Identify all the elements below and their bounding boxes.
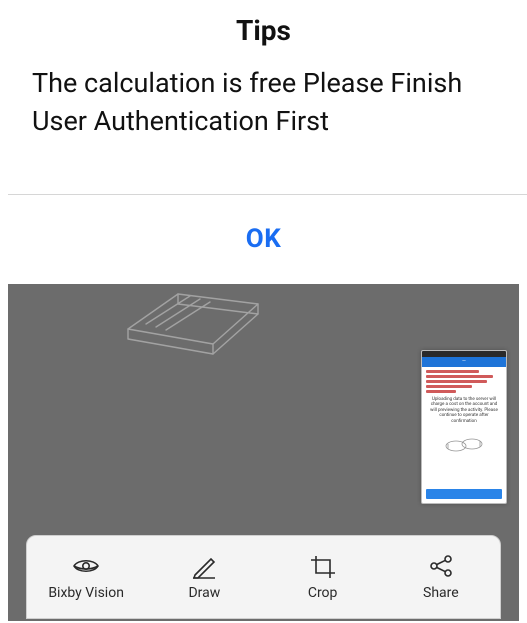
toolbar-label: Bixby Vision xyxy=(48,585,124,601)
app-frame: Tips The calculation is free Please Fini… xyxy=(0,0,527,623)
tips-dialog: Tips The calculation is free Please Fini… xyxy=(8,0,519,157)
dialog-separator xyxy=(8,194,527,195)
dialog-title: Tips xyxy=(32,0,495,65)
crop-icon xyxy=(307,553,339,579)
share-icon xyxy=(425,553,457,579)
thumbnail-sketch xyxy=(422,428,506,462)
eye-icon xyxy=(70,553,102,579)
thumbnail-header: — xyxy=(422,357,506,367)
screenshot-toolbar: Bixby Vision Draw Crop xyxy=(26,535,501,619)
toolbar-label: Share xyxy=(423,585,459,601)
dialog-body: The calculation is free Please Finish Us… xyxy=(32,65,495,157)
thumbnail-caption: Uploading data to the server will charge… xyxy=(422,397,506,428)
toolbar-label: Crop xyxy=(308,585,338,601)
thumbnail-confirm-button xyxy=(426,489,502,499)
crop-button[interactable]: Crop xyxy=(264,536,382,618)
bixby-vision-button[interactable]: Bixby Vision xyxy=(27,536,145,618)
toolbar-label: Draw xyxy=(188,585,220,601)
share-button[interactable]: Share xyxy=(382,536,500,618)
background-scrim: — Uploading data to the server will char… xyxy=(8,284,519,621)
draw-button[interactable]: Draw xyxy=(145,536,263,618)
ok-button[interactable]: OK xyxy=(8,196,519,282)
device-sketch xyxy=(118,284,278,364)
preview-thumbnail[interactable]: — Uploading data to the server will char… xyxy=(421,350,507,504)
thumbnail-redlines xyxy=(422,367,506,397)
pencil-icon xyxy=(188,553,220,579)
